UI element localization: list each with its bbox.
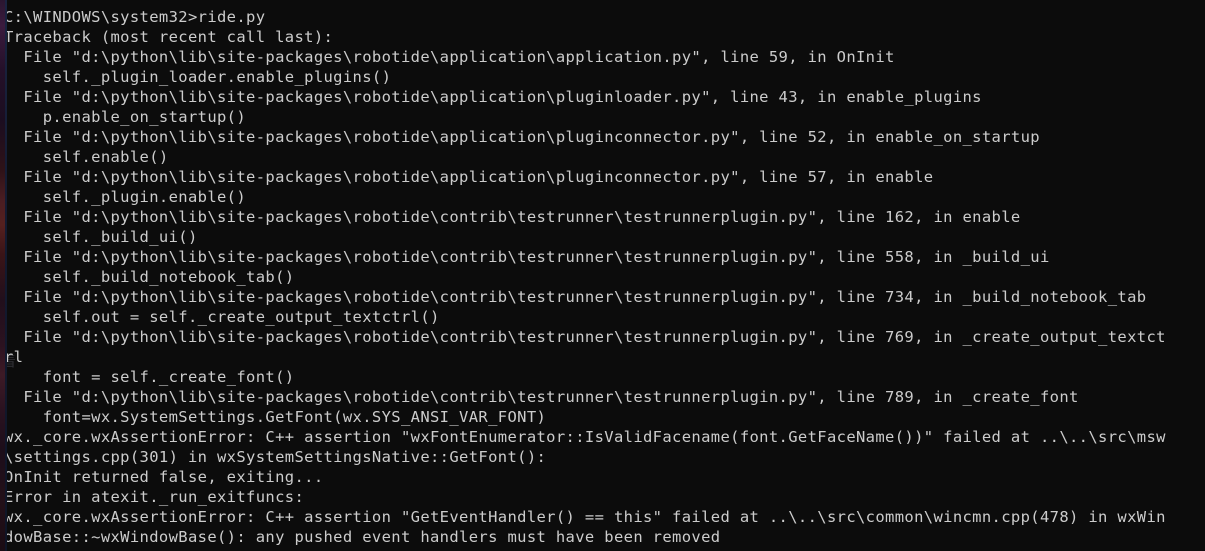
terminal-line: File "d:\python\lib\site-packages\roboti… [4, 388, 1079, 406]
terminal-line: p.enable_on_startup() [4, 108, 247, 126]
terminal-line: \settings.cpp(301) in wxSystemSettingsNa… [4, 448, 547, 466]
terminal-line: File "d:\python\lib\site-packages\roboti… [4, 88, 982, 106]
terminal-line: self._build_ui() [4, 228, 198, 246]
terminal-line: self.enable() [4, 148, 169, 166]
terminal-line: OnInit returned false, exiting... [4, 468, 324, 486]
terminal-line: C:\WINDOWS\system32>ride.py [4, 8, 266, 26]
terminal-line: self._plugin.enable() [4, 188, 247, 206]
terminal-line: font = self._create_font() [4, 368, 295, 386]
terminal-line: font=wx.SystemSettings.GetFont(wx.SYS_AN… [4, 408, 547, 426]
terminal-line: self._build_notebook_tab() [4, 268, 295, 286]
terminal-line: File "d:\python\lib\site-packages\roboti… [4, 248, 1050, 266]
terminal-line: wx._core.wxAssertionError: C++ assertion… [4, 508, 1166, 526]
terminal-line: File "d:\python\lib\site-packages\roboti… [4, 128, 1040, 146]
terminal-line: File "d:\python\lib\site-packages\roboti… [4, 208, 1021, 226]
terminal-line: File "d:\python\lib\site-packages\roboti… [4, 48, 895, 66]
terminal-line: File "d:\python\lib\site-packages\roboti… [4, 288, 1147, 306]
terminal-line: rl [4, 348, 24, 366]
terminal-line: Error in atexit._run_exitfuncs: [4, 488, 305, 506]
terminal-line: wx._core.wxAssertionError: C++ assertion… [4, 428, 1166, 446]
terminal-line: dowBase::~wxWindowBase(): any pushed eve… [4, 528, 721, 546]
command-prompt-window[interactable]: 着 C:\WINDOWS\system32>ride.py Traceback (… [0, 0, 1205, 551]
terminal-line: self._plugin_loader.enable_plugins() [4, 68, 392, 86]
terminal-line: File "d:\python\lib\site-packages\roboti… [4, 328, 1166, 346]
terminal-line: Traceback (most recent call last): [4, 28, 334, 46]
terminal-line: File "d:\python\lib\site-packages\roboti… [4, 168, 934, 186]
terminal-output[interactable]: C:\WINDOWS\system32>ride.py Traceback (mo… [0, 7, 1205, 547]
terminal-line: self.out = self._create_output_textctrl(… [4, 308, 440, 326]
